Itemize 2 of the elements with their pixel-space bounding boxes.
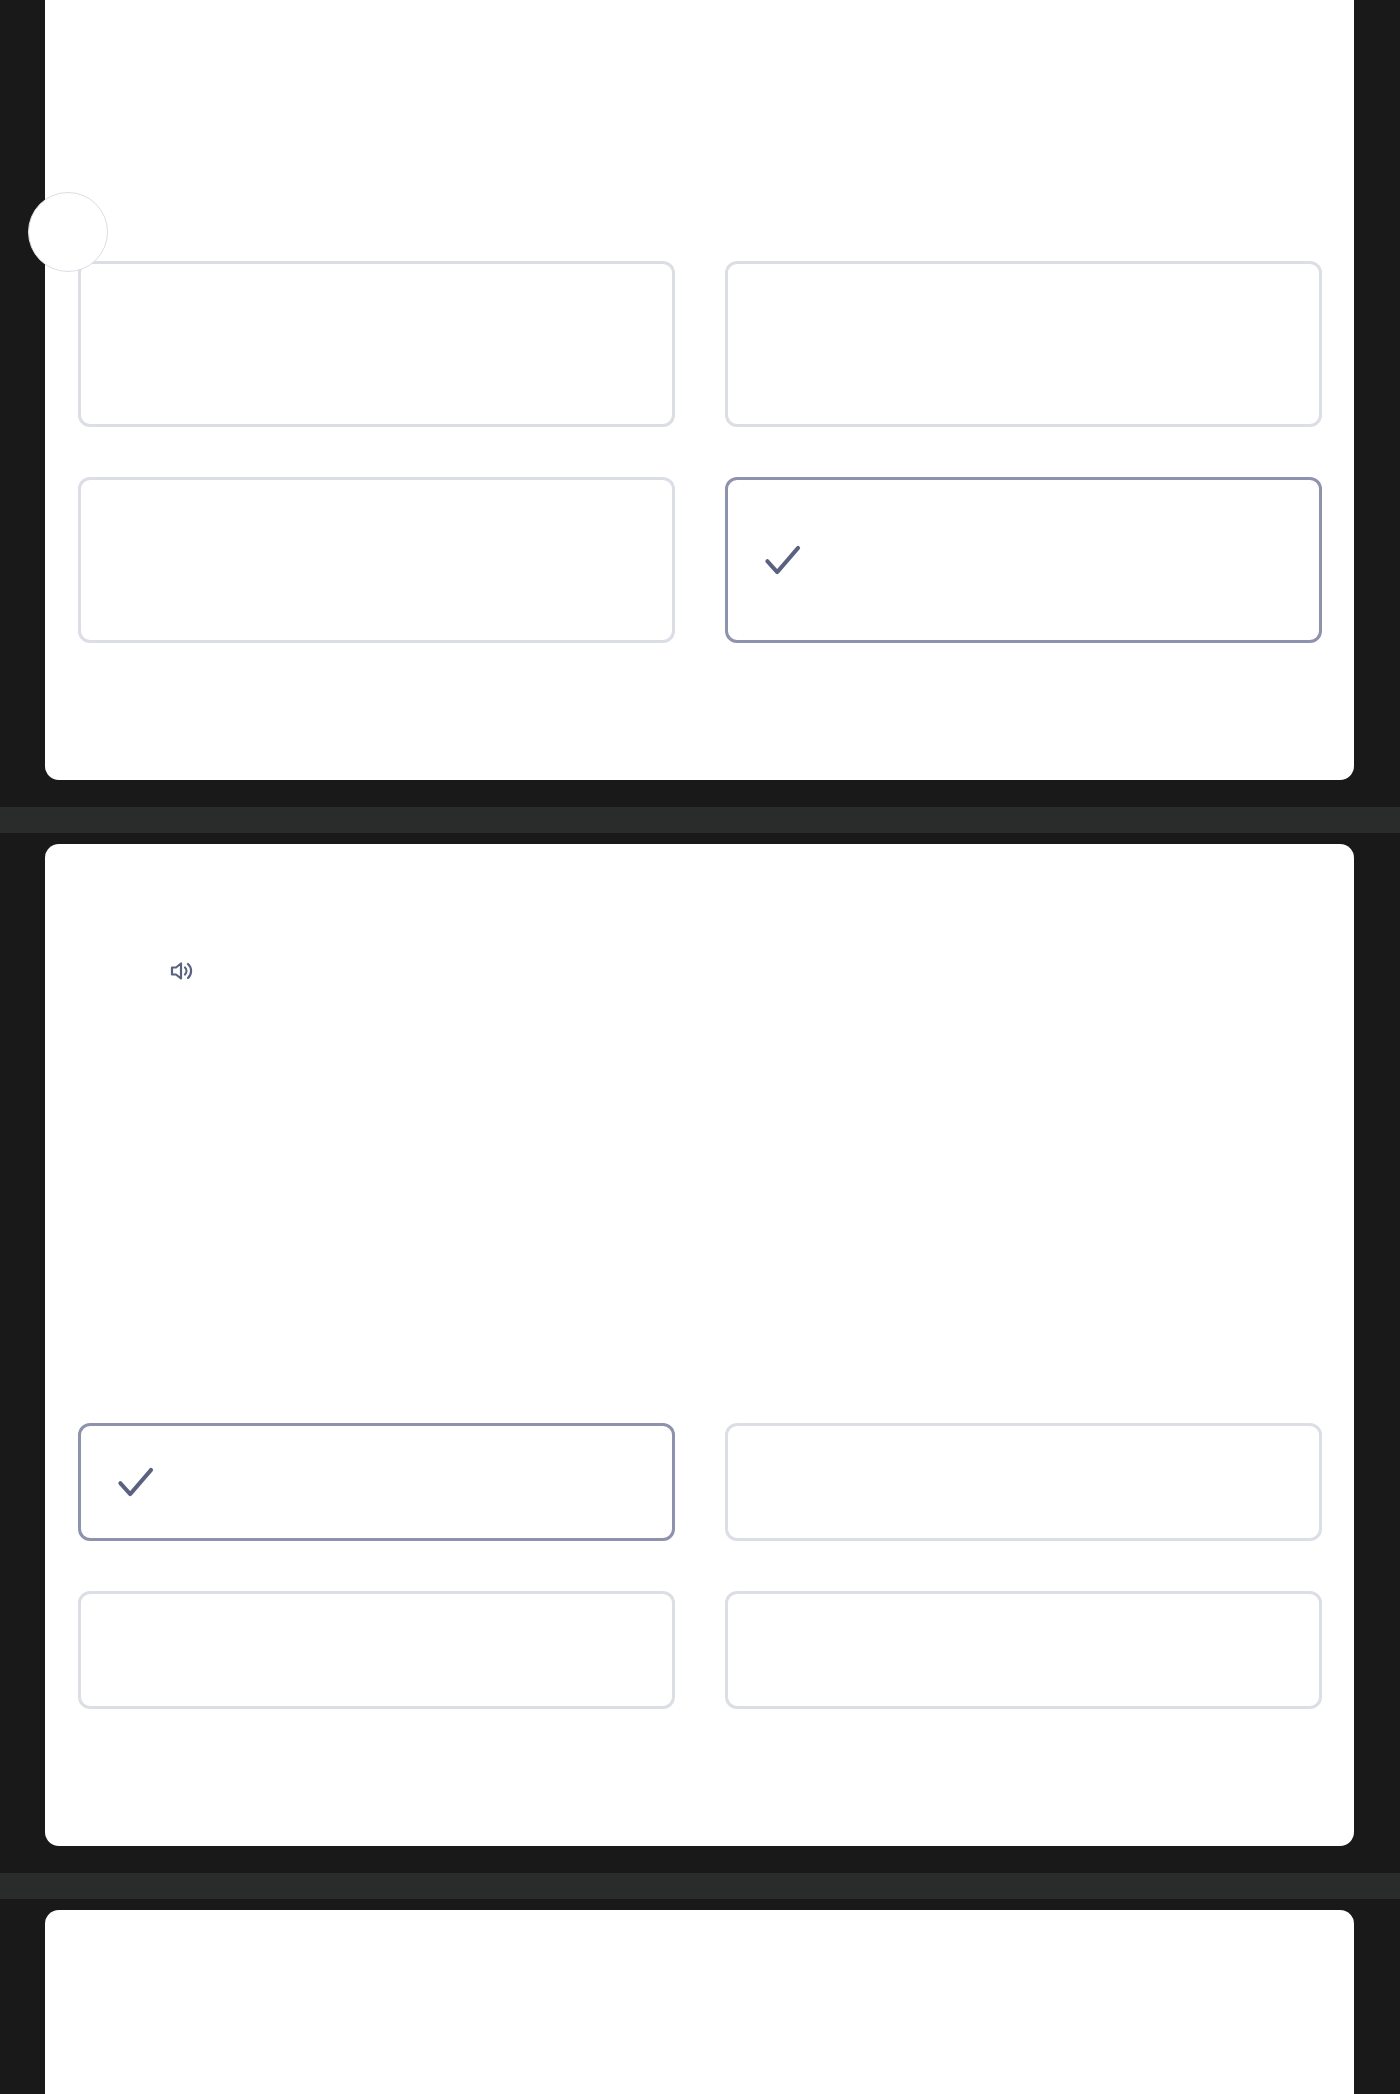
answer-option[interactable]: [725, 477, 1322, 643]
answer-option[interactable]: [78, 1423, 675, 1541]
